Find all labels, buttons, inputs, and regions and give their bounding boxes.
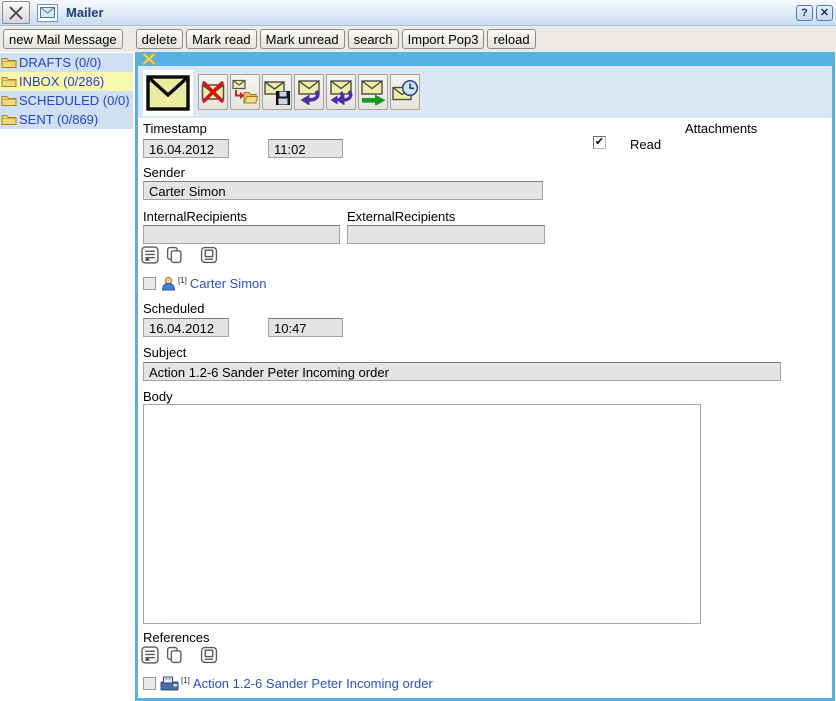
external-recipients-field[interactable] xyxy=(347,225,545,244)
select-list-icon xyxy=(141,646,159,664)
scheduled-date-field[interactable]: 16.04.2012 xyxy=(143,318,229,337)
delete-button[interactable]: delete xyxy=(136,29,183,49)
mail-detail-panel: Timestamp 16.04.2012 11:02 ✔ Read Attach… xyxy=(135,52,835,701)
panel-close-button[interactable] xyxy=(142,53,156,65)
print-icon xyxy=(200,646,218,664)
sender-field[interactable]: Carter Simon xyxy=(143,181,543,200)
save-mail-icon xyxy=(264,79,290,105)
body-textarea[interactable] xyxy=(143,404,701,624)
titlebar-close-button[interactable]: ✕ xyxy=(816,5,833,21)
search-button[interactable]: search xyxy=(348,29,399,49)
folder-label: SCHEDULED (0/0) xyxy=(19,93,130,108)
import-pop3-button[interactable]: Import Pop3 xyxy=(402,29,485,49)
forward-icon xyxy=(360,79,386,105)
copy-button[interactable] xyxy=(165,646,183,664)
folder-icon xyxy=(1,113,17,126)
delete-mail-button[interactable] xyxy=(198,74,228,110)
references-actions-iconbar xyxy=(141,646,218,664)
panel-close-x-icon xyxy=(142,53,156,65)
help-button[interactable]: ? xyxy=(796,5,813,21)
sender-reference-row: [1] Carter Simon xyxy=(143,276,266,291)
recipient-actions-iconbar xyxy=(141,246,218,264)
attachments-label: Attachments xyxy=(685,121,757,136)
reply-icon xyxy=(296,79,322,105)
save-mail-button[interactable] xyxy=(262,74,292,110)
timestamp-time-field[interactable]: 11:02 xyxy=(268,139,343,158)
subject-label: Subject xyxy=(143,345,186,360)
move-to-mailbox-icon xyxy=(232,79,258,105)
person-icon xyxy=(161,276,176,291)
action-machine-icon xyxy=(160,676,179,691)
mail-icon-toolbar xyxy=(138,66,832,118)
copy-icon xyxy=(165,646,183,664)
copy-button[interactable] xyxy=(165,246,183,264)
window-close-button[interactable] xyxy=(2,1,30,24)
select-list-icon xyxy=(141,246,159,264)
internal-recipients-field[interactable] xyxy=(143,225,340,244)
sidebar-item-drafts[interactable]: DRAFTS (0/0) xyxy=(0,53,133,72)
external-recipients-label: ExternalRecipients xyxy=(347,209,455,224)
body-label: Body xyxy=(143,389,173,404)
reply-all-icon xyxy=(328,79,354,105)
folder-label: DRAFTS (0/0) xyxy=(19,55,101,70)
reference-checkbox[interactable] xyxy=(143,677,156,690)
print-icon xyxy=(200,246,218,264)
schedule-mail-button[interactable] xyxy=(390,74,420,110)
delete-mail-icon xyxy=(200,79,226,105)
references-label: References xyxy=(143,630,209,645)
scheduled-label: Scheduled xyxy=(143,301,204,316)
reply-all-button[interactable] xyxy=(326,74,356,110)
mail-action-buttons xyxy=(198,74,420,110)
sender-label: Sender xyxy=(143,165,185,180)
folder-sidebar: DRAFTS (0/0) INBOX (0/286) SCHEDULED (0/… xyxy=(0,53,133,129)
title-bar: Mailer ? ✕ xyxy=(0,0,836,26)
mark-read-button[interactable]: Mark read xyxy=(186,29,257,49)
sender-ref-link[interactable]: Carter Simon xyxy=(190,276,267,291)
folder-icon xyxy=(1,56,17,69)
envelope-icon xyxy=(40,7,55,18)
print-button[interactable] xyxy=(200,246,218,264)
sender-ref-index: [1] xyxy=(178,276,187,285)
select-list-button[interactable] xyxy=(141,246,159,264)
folder-label: INBOX (0/286) xyxy=(19,74,104,89)
schedule-mail-icon xyxy=(392,79,418,105)
reply-button[interactable] xyxy=(294,74,324,110)
subject-field[interactable]: Action 1.2-6 Sander Peter Incoming order xyxy=(143,362,781,381)
new-mail-message-button[interactable]: new Mail Message xyxy=(3,29,123,49)
timestamp-label: Timestamp xyxy=(143,121,207,136)
read-label: Read xyxy=(630,137,661,152)
window-title: Mailer xyxy=(66,5,104,20)
reference-link[interactable]: Action 1.2-6 Sander Peter Incoming order xyxy=(193,676,433,691)
print-button[interactable] xyxy=(200,646,218,664)
folder-icon xyxy=(1,75,17,88)
forward-button[interactable] xyxy=(358,74,388,110)
reference-item-row: [1] Action 1.2-6 Sander Peter Incoming o… xyxy=(143,676,433,691)
mark-unread-button[interactable]: Mark unread xyxy=(260,29,345,49)
timestamp-date-field[interactable]: 16.04.2012 xyxy=(143,139,229,158)
move-to-mailbox-button[interactable] xyxy=(230,74,260,110)
close-x-icon xyxy=(8,6,24,20)
mail-message-icon xyxy=(143,70,193,116)
scheduled-time-field[interactable]: 10:47 xyxy=(268,318,343,337)
internal-recipients-label: InternalRecipients xyxy=(143,209,247,224)
sender-ref-checkbox[interactable] xyxy=(143,277,156,290)
folder-icon xyxy=(1,94,17,107)
reference-index: [1] xyxy=(181,676,190,685)
folder-label: SENT (0/869) xyxy=(19,112,98,127)
sidebar-item-sent[interactable]: SENT (0/869) xyxy=(0,110,133,129)
big-envelope-icon xyxy=(146,75,190,111)
copy-icon xyxy=(165,246,183,264)
panel-header-strip xyxy=(138,52,832,66)
read-checkbox[interactable]: ✔ xyxy=(593,136,606,149)
reload-button[interactable]: reload xyxy=(487,29,535,49)
sidebar-item-inbox[interactable]: INBOX (0/286) xyxy=(0,72,133,91)
mail-form: Timestamp 16.04.2012 11:02 ✔ Read Attach… xyxy=(138,118,832,698)
select-list-button[interactable] xyxy=(141,646,159,664)
mailer-app-icon xyxy=(37,4,58,22)
sidebar-item-scheduled[interactable]: SCHEDULED (0/0) xyxy=(0,91,133,110)
main-toolbar: new Mail Message delete Mark read Mark u… xyxy=(0,26,836,52)
